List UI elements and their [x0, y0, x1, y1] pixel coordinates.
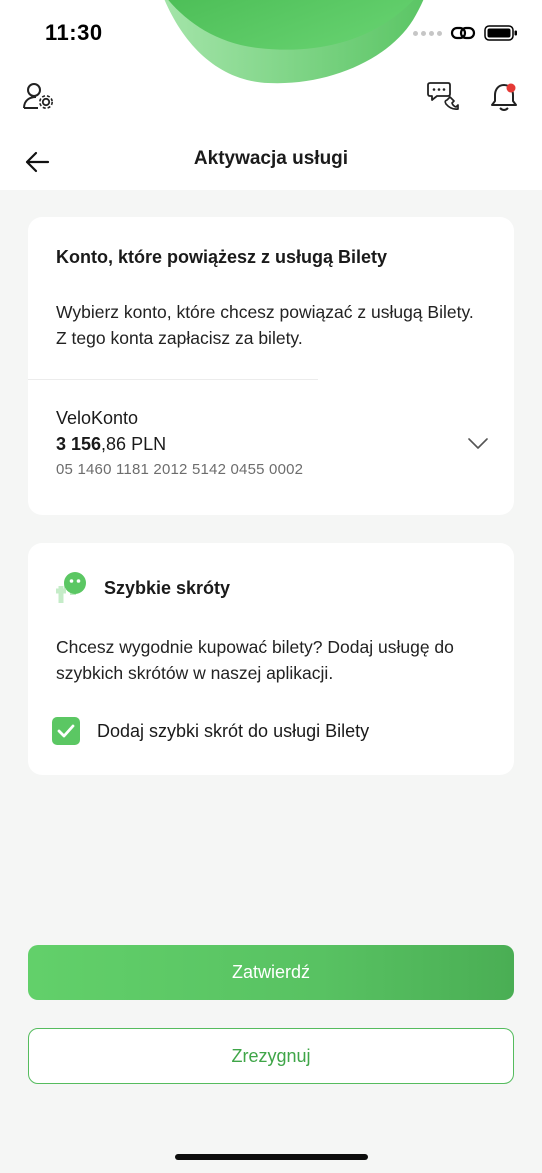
contact-button[interactable]: [427, 80, 459, 112]
confirm-button[interactable]: Zatwierdź: [28, 945, 514, 1000]
notifications-button[interactable]: [488, 82, 520, 112]
link-icon: [450, 26, 476, 40]
shortcut-checkbox[interactable]: [52, 717, 80, 745]
user-settings-button[interactable]: [22, 82, 54, 110]
balance-integer: 3 156: [56, 434, 102, 454]
home-indicator: [175, 1154, 368, 1160]
account-number: 05 1460 1181 2012 5142 0455 0002: [56, 461, 304, 478]
balance-decimal: ,86 PLN: [101, 434, 167, 454]
shortcuts-card-description: Chcesz wygodnie kupować bilety? Dodaj us…: [56, 637, 454, 683]
chat-phone-icon: [427, 82, 459, 110]
account-card-description: Wybierz konto, które chcesz powiązać z u…: [56, 302, 474, 348]
status-time: 11:30: [45, 20, 103, 45]
bell-icon: [491, 83, 517, 111]
shortcut-checkbox-label: Dodaj szybki skrót do usługi Bilety: [97, 720, 370, 741]
signal-icon: [413, 30, 442, 36]
shortcuts-card: Szybkie skróty Chcesz wygodnie kupować b…: [28, 543, 514, 775]
status-icons: [413, 24, 518, 42]
account-balance: 3 156,86 PLN: [56, 434, 166, 455]
account-card-title: Konto, które powiążesz z usługą Bilety: [56, 247, 388, 267]
shortcut-checkbox-row[interactable]: Dodaj szybki skrót do usługi Bilety: [52, 717, 369, 745]
shortcut-icon: [56, 572, 86, 603]
cancel-button[interactable]: Zrezygnuj: [28, 1028, 514, 1084]
shortcuts-card-title: Szybkie skróty: [104, 578, 231, 598]
decorative-blob: [164, 0, 424, 84]
battery-icon: [484, 25, 517, 41]
chevron-down-icon[interactable]: [468, 438, 488, 450]
page-title: Aktywacja usługi: [193, 148, 349, 169]
account-name: VeloKonto: [56, 408, 139, 428]
user-settings-icon: [23, 83, 53, 109]
header-area: 11:30 Aktywacja usługi: [0, 0, 542, 190]
account-card: Konto, które powiążesz z usługą Bilety W…: [28, 217, 514, 515]
account-selector[interactable]: VeloKonto 3 156,86 PLN 05 1460 1181 2012…: [28, 380, 514, 515]
notification-dot: [506, 83, 516, 93]
checkmark-icon: [57, 724, 75, 738]
